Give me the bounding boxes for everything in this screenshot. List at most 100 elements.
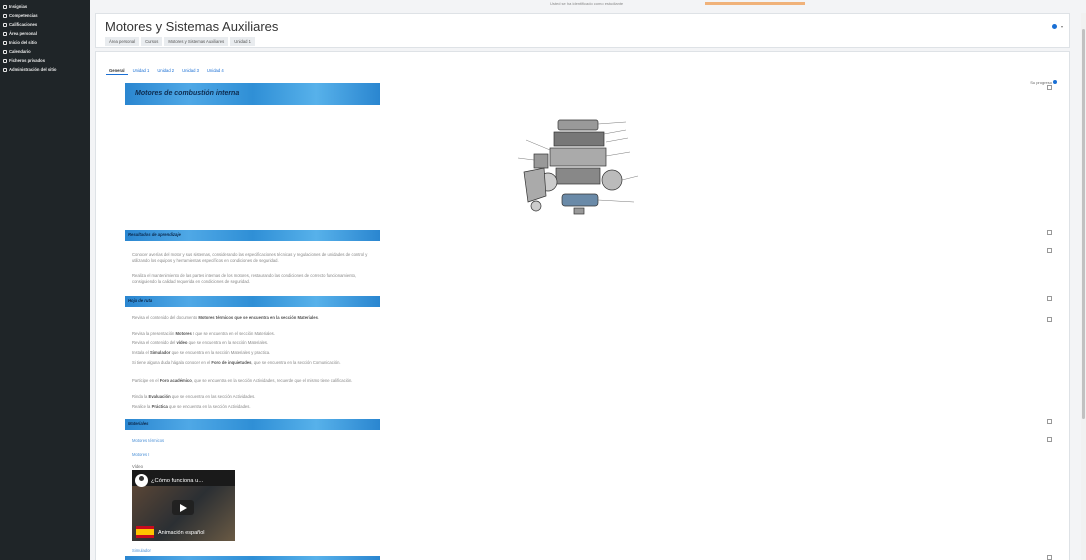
hoja-step: Revisa la presentación Motores I que se …: [132, 331, 380, 337]
sidebar-item[interactable]: Ficheros privados: [0, 56, 90, 65]
hoja-step-text: I que se encuentra en el sección Materia…: [191, 331, 275, 336]
sidebar-item-label: Área personal: [9, 31, 37, 36]
progress-indicator: Su progreso: [1030, 80, 1057, 85]
hoja-step-text: Rinda la: [132, 394, 149, 399]
hoja-step-emphasis: Foro de inquietudes: [211, 360, 252, 365]
hoja-step-text: que se encuentra en la sección Actividad…: [167, 404, 251, 409]
hoja-step: Realice la Práctica que se encuentra en …: [132, 404, 380, 410]
hoja-step: Revisa el contenido del vídeo que se enc…: [132, 340, 380, 346]
progress-info-icon[interactable]: [1053, 80, 1057, 84]
hoja-step-text: Revisa la presentación: [132, 331, 176, 336]
hoja-step-text: Revisa el contenido del documento: [132, 315, 199, 320]
sidebar-item[interactable]: Insignias: [0, 2, 90, 11]
sidebar-nav: Insignias Competencias Calificaciones Área …: [0, 0, 90, 560]
hoja-step: Instala el Simulador que se encuentra en…: [132, 350, 380, 356]
completion-checkbox[interactable]: [1047, 230, 1052, 235]
sidebar-item-label: Competencias: [9, 13, 38, 18]
files-icon: [3, 58, 7, 63]
section-title-hoja: Hoja de ruta: [128, 298, 153, 303]
completion-checkbox[interactable]: [1047, 317, 1052, 322]
section-title-materiales: Materiales: [128, 421, 149, 426]
sidebar-item-label: Administración del sitio: [9, 67, 57, 72]
sidebar-item[interactable]: Competencias: [0, 11, 90, 20]
gear-icon: [3, 67, 7, 72]
section-tab[interactable]: Unidad 2: [154, 67, 177, 75]
sidebar-list: Insignias Competencias Calificaciones Área …: [0, 0, 90, 74]
hoja-step-text: , que se encuentra en la sección Comunic…: [251, 360, 341, 365]
play-icon[interactable]: [172, 500, 194, 515]
channel-avatar-icon: [135, 474, 148, 487]
main-banner: Motores de combustión interna: [125, 83, 380, 105]
spain-flag-icon: [136, 526, 154, 538]
hoja-step: Si tiene alguna duda hágala conocer en e…: [132, 360, 380, 366]
hoja-step-emphasis: Práctica: [151, 404, 168, 409]
breadcrumb-item[interactable]: Motores y Sistemas Auxiliares: [164, 37, 229, 46]
section-banner-resultados: Resultados de aprendizaje: [125, 230, 380, 241]
top-notice-strip: Usted se ha identificado como estudiante: [90, 0, 1086, 10]
hoja-step-text: , que se encuentra en la sección Activid…: [191, 378, 353, 383]
materiales-link-motores-i[interactable]: Motores I: [132, 452, 149, 457]
materiales-link-motores-termicos[interactable]: Motores térmicos: [132, 438, 164, 443]
section-tab[interactable]: General: [106, 67, 128, 75]
main-banner-title: Motores de combustión interna: [135, 90, 240, 97]
page-scrollbar[interactable]: [1081, 13, 1086, 560]
section-banner-materiales: Materiales: [125, 419, 380, 430]
hoja-step-text: que se encuentra en la sección Materiale…: [170, 350, 271, 355]
resultados-paragraph-1: Conocer averías del motor y sus sistemas…: [132, 252, 368, 263]
section-title-resultados: Resultados de aprendizaje: [128, 232, 181, 237]
sidebar-item[interactable]: Calificaciones: [0, 20, 90, 29]
scrollbar-thumb[interactable]: [1082, 29, 1085, 419]
course-header: Motores y Sistemas Auxiliares Área perso…: [95, 13, 1070, 48]
video-player[interactable]: ¿Cómo funciona u... Animación español: [132, 470, 235, 541]
top-notice-highlight: [705, 2, 805, 5]
completion-checkbox[interactable]: [1047, 437, 1052, 442]
hoja-step-text: Si tiene alguna duda hágala conocer en e…: [132, 360, 212, 365]
breadcrumb-item[interactable]: Área personal: [105, 37, 140, 46]
hoja-step-emphasis: Simulador: [149, 350, 171, 355]
video-title: ¿Cómo funciona u...: [151, 478, 204, 484]
completion-checkbox[interactable]: [1047, 248, 1052, 253]
sidebar-item-label: Ficheros privados: [9, 58, 46, 63]
hoja-step-text: Participe en el: [132, 378, 160, 383]
top-notice-text: Usted se ha identificado como estudiante: [550, 1, 624, 6]
video-label: Vídeo: [132, 464, 143, 469]
hoja-step: Rinda la Evaluación que se encuentra en …: [132, 394, 380, 400]
sidebar-item[interactable]: Administración del sitio: [0, 65, 90, 74]
sidebar-item[interactable]: Inicio del sitio: [0, 38, 90, 47]
hoja-step: Participe en el Foro académico, que se e…: [132, 378, 380, 384]
completion-checkbox[interactable]: [1047, 419, 1052, 424]
badge-icon: [3, 4, 7, 9]
section-tab[interactable]: Unidad 3: [179, 67, 202, 75]
breadcrumb-item[interactable]: Unidad 1: [230, 37, 255, 46]
hoja-step: Revisa el contenido del documento Motore…: [132, 315, 380, 321]
sidebar-item[interactable]: Área personal: [0, 29, 90, 38]
breadcrumb-item[interactable]: Cursos: [141, 37, 163, 46]
chevron-down-icon[interactable]: ▾: [1061, 24, 1063, 29]
home-icon: [3, 40, 7, 45]
gear-icon[interactable]: [1052, 24, 1057, 29]
video-subtitle: Animación español: [158, 530, 205, 536]
engine-diagram-image: [517, 119, 639, 215]
page-title: Motores y Sistemas Auxiliares: [105, 19, 279, 34]
materiales-link-simulador[interactable]: Simulador: [132, 548, 151, 553]
completion-checkbox[interactable]: [1047, 296, 1052, 301]
section-tab[interactable]: Unidad 1: [130, 67, 153, 75]
hoja-step-emphasis: Evaluación: [148, 394, 171, 399]
hoja-step-emphasis: Motores térmicos que se encuentra en la …: [198, 315, 318, 320]
sidebar-item-label: Inicio del sitio: [9, 40, 37, 45]
hoja-step-text: Instala el: [132, 350, 150, 355]
completion-checkbox[interactable]: [1047, 85, 1052, 90]
dashboard-icon: [3, 31, 7, 36]
hoja-step-text: Revisa el contenido del: [132, 340, 177, 345]
completion-checkbox[interactable]: [1047, 555, 1052, 560]
hoja-step-text: que se encuentra en las sección Activida…: [170, 394, 256, 399]
hoja-step-emphasis: Foro académico: [159, 378, 192, 383]
section-tab[interactable]: Unidad 4: [204, 67, 227, 75]
section-tabs: General Unidad 1 Unidad 2 Unidad 3 Unidad 4: [106, 67, 227, 75]
calendar-icon: [3, 49, 7, 54]
section-banner-hoja: Hoja de ruta: [125, 296, 380, 307]
sidebar-item[interactable]: Calendario: [0, 47, 90, 56]
hoja-step-emphasis: Motores: [175, 331, 192, 336]
section-banner-next: [125, 556, 380, 560]
breadcrumb: Área personal Cursos Motores y Sistemas Au…: [105, 37, 255, 46]
